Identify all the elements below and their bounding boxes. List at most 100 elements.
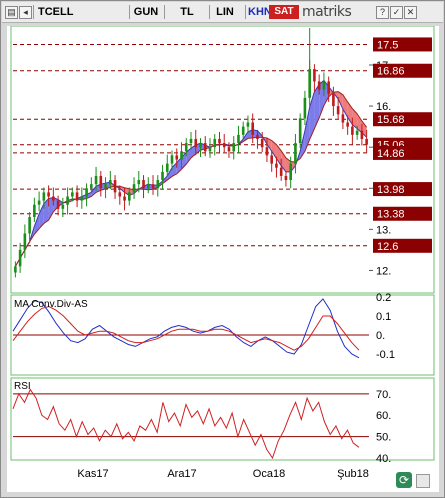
rsi-tick-label: 60.: [376, 410, 391, 422]
brand-logo: matriks: [302, 4, 352, 20]
level-label: 15.68: [377, 114, 405, 126]
candle-body: [251, 122, 255, 135]
level-label: 13.98: [377, 184, 405, 196]
candle-body: [360, 130, 364, 139]
candle-body: [237, 134, 240, 144]
candle-body: [194, 138, 198, 148]
candle-body: [270, 155, 273, 164]
candle-body: [33, 204, 36, 218]
close-icon[interactable]: ✕: [404, 6, 417, 19]
candle-body: [94, 175, 98, 185]
candle-body: [47, 192, 50, 197]
candle-body: [208, 147, 212, 152]
candle-body: [294, 143, 297, 164]
candle-body: [71, 192, 74, 197]
price-tick-label: 13.: [376, 224, 391, 236]
candle-body: [289, 163, 292, 181]
x-axis-label: Oca18: [253, 468, 285, 480]
candle-body: [355, 130, 359, 135]
candle-body: [218, 138, 221, 144]
candle-body: [99, 175, 103, 189]
separator: [129, 5, 130, 19]
candle-body: [365, 138, 368, 145]
chart-area[interactable]: 17.16.15.14.13.12. 17.516.8615.6815.0614…: [7, 25, 439, 492]
candle-body: [109, 180, 112, 185]
separator: [164, 5, 165, 19]
candle-body: [80, 196, 84, 201]
candle-body: [23, 233, 27, 250]
candle-body: [61, 204, 65, 209]
candle-body: [332, 93, 335, 107]
symbol-label[interactable]: TCELL: [38, 4, 86, 20]
price-tick-label: 12.: [376, 265, 391, 277]
x-axis-label: Kas17: [77, 468, 108, 480]
candle-body: [113, 180, 117, 193]
separator: [209, 5, 210, 19]
candle-body: [104, 184, 107, 189]
level-label: 17.5: [377, 39, 398, 51]
rsi-tick-label: 70.: [376, 389, 391, 401]
chart-window: ▤ ◂ TCELL GUN TL LIN KHN SAT matriks ? ✓…: [0, 0, 445, 498]
candle-body: [275, 163, 278, 168]
candle-body: [303, 97, 307, 119]
x-axis-label: Ara17: [167, 468, 196, 480]
candle-body: [66, 196, 69, 205]
macd-tick-label: -0.1: [376, 349, 395, 361]
candle-body: [132, 184, 136, 193]
macd-tick-label: 0.: [376, 330, 385, 342]
candle-body: [52, 196, 55, 201]
candle-body: [151, 184, 155, 189]
resize-icon[interactable]: [416, 474, 430, 488]
separator: [33, 5, 34, 19]
period-button[interactable]: GUN: [132, 4, 160, 20]
candle-body: [222, 143, 226, 148]
chart-type-icon[interactable]: ▤: [5, 6, 18, 19]
khn-button[interactable]: KHN: [248, 4, 270, 20]
candle-body: [127, 192, 131, 201]
scale-button[interactable]: LIN: [213, 4, 237, 20]
rsi-tick-label: 50.: [376, 432, 391, 444]
chart-toolbar: ▤ ◂ TCELL GUN TL LIN KHN SAT matriks ? ✓…: [2, 2, 443, 23]
symbol-dropdown-icon[interactable]: ◂: [19, 6, 32, 19]
candle-body: [28, 217, 31, 234]
candle-body: [85, 188, 88, 197]
candle-body: [184, 143, 188, 152]
candle-body: [341, 114, 345, 123]
macd-panel-title: MA Conv.Div-AS: [14, 299, 88, 310]
rsi-panel-title: RSI: [14, 381, 31, 392]
level-label: 14.86: [377, 148, 405, 160]
macd-tick-label: 0.2: [376, 292, 391, 304]
candle-body: [161, 171, 164, 181]
chart-svg[interactable]: 17.16.15.14.13.12. 17.516.8615.6815.0614…: [7, 25, 439, 492]
check-icon[interactable]: ✓: [390, 6, 403, 19]
candle-body: [265, 147, 269, 156]
candle-body: [327, 81, 330, 94]
candle-body: [175, 155, 179, 160]
separator: [245, 5, 246, 19]
rsi-tick-label: 40.: [376, 453, 391, 465]
candle-body: [322, 81, 326, 90]
rsi-panel: [10, 377, 435, 461]
candle-body: [298, 118, 302, 144]
macd-tick-label: 0.1: [376, 311, 391, 323]
candle-body: [146, 184, 150, 189]
candle-body: [313, 69, 316, 82]
candle-body: [165, 163, 169, 172]
candle-body: [56, 200, 60, 209]
help-icon[interactable]: ?: [376, 6, 389, 19]
refresh-icon[interactable]: ⟳: [396, 472, 412, 488]
candle-body: [42, 192, 46, 201]
candle-body: [241, 126, 245, 135]
candle-body: [180, 151, 183, 160]
candle-body: [37, 200, 41, 205]
candle-body: [90, 184, 93, 189]
candle-body: [351, 126, 354, 135]
candle-body: [346, 122, 349, 127]
candle-body: [170, 155, 174, 164]
candle-body: [123, 196, 126, 201]
candle-body: [189, 138, 193, 144]
currency-button[interactable]: TL: [176, 4, 198, 20]
candle-body: [256, 134, 259, 139]
candle-body: [18, 249, 22, 267]
sell-signal-badge: SAT: [269, 5, 299, 19]
